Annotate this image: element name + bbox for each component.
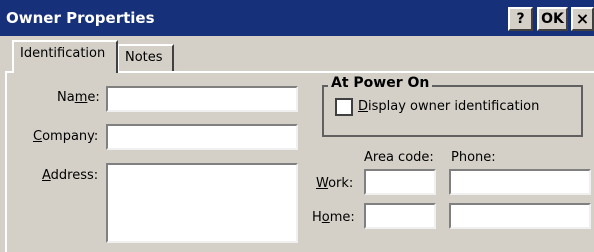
window-title: Owner Properties — [6, 9, 155, 27]
tab-identification[interactable]: Identification — [12, 40, 118, 73]
tab-notes[interactable]: Notes — [118, 44, 174, 71]
close-button[interactable]: × — [571, 7, 594, 31]
help-button[interactable]: ? — [508, 7, 533, 31]
ok-button[interactable]: OK — [537, 7, 568, 31]
tab-panel — [5, 71, 594, 252]
close-icon: × — [575, 9, 590, 28]
